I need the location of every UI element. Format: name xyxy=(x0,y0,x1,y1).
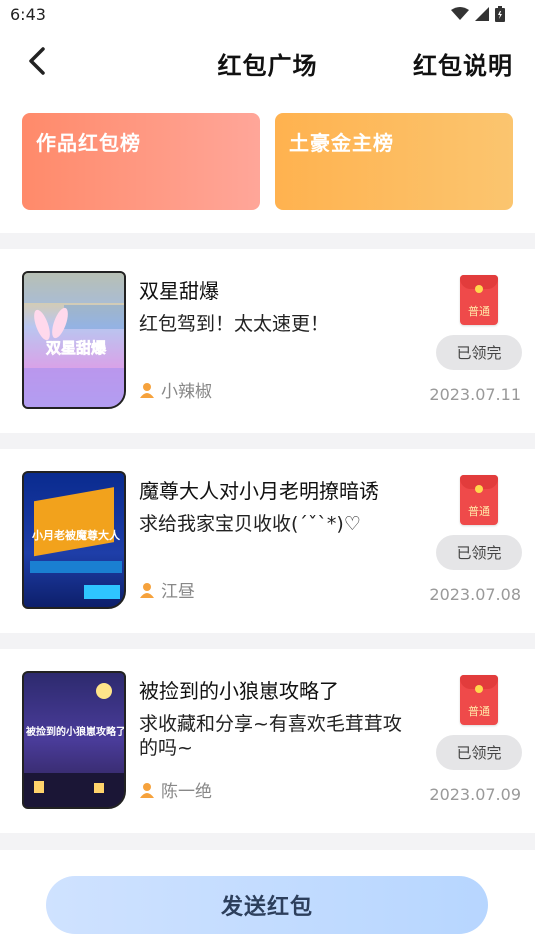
claimed-button[interactable]: 已领完 xyxy=(436,535,522,570)
red-envelope-icon: 普通 xyxy=(460,275,498,325)
envelope-type-label: 普通 xyxy=(468,305,490,318)
book-cover[interactable]: 双星甜爆 xyxy=(22,271,126,409)
divider xyxy=(0,433,535,449)
status-time: 6:43 xyxy=(10,5,46,24)
instructions-link[interactable]: 红包说明 xyxy=(413,46,513,81)
work-description: 求收藏和分享~有喜欢毛茸茸攻的吗~ xyxy=(139,713,402,759)
work-description: 红包驾到！太太速更！ xyxy=(139,313,330,335)
author-name: 小辣椒 xyxy=(161,382,212,402)
user-icon xyxy=(140,782,154,798)
work-title[interactable]: 双星甜爆 xyxy=(139,275,219,304)
author-name: 江昼 xyxy=(161,582,195,602)
cover-title: 双星甜爆 xyxy=(46,339,107,357)
rank-cards: 作品红包榜 土豪金主榜 xyxy=(0,113,535,210)
book-cover[interactable]: 被捡到的小狼崽攻略了 xyxy=(22,671,126,809)
book-cover[interactable]: 小月老被魔尊大人 xyxy=(22,471,126,609)
divider xyxy=(0,833,535,850)
work-date: 2023.07.08 xyxy=(429,585,521,604)
work-title[interactable]: 被捡到的小狼崽攻略了 xyxy=(139,675,339,704)
divider xyxy=(0,633,535,649)
work-date: 2023.07.09 xyxy=(429,785,521,804)
list-item[interactable]: 被捡到的小狼崽攻略了 被捡到的小狼崽攻略了 求收藏和分享~有喜欢毛茸茸攻的吗~ … xyxy=(0,649,535,833)
author[interactable]: 小辣椒 xyxy=(139,377,212,402)
list-item[interactable]: 小月老被魔尊大人 魔尊大人对小月老明撩暗诱 求给我家宝贝收收(ˊˇˋ*)♡ 江昼… xyxy=(0,449,535,633)
works-rank-card[interactable]: 作品红包榜 xyxy=(22,113,260,210)
signal-icon xyxy=(475,7,489,21)
divider xyxy=(0,233,535,249)
claimed-button[interactable]: 已领完 xyxy=(436,335,522,370)
red-envelope-icon: 普通 xyxy=(460,675,498,725)
envelope-type-label: 普通 xyxy=(468,705,490,718)
cover-title: 被捡到的小狼崽攻略了 xyxy=(26,725,126,738)
tycoon-rank-card[interactable]: 土豪金主榜 xyxy=(275,113,513,210)
send-red-envelope-button[interactable]: 发送红包 xyxy=(46,876,488,934)
bottom-bar: 发送红包 xyxy=(0,850,535,951)
work-date: 2023.07.11 xyxy=(429,385,521,404)
author-name: 陈一绝 xyxy=(161,782,212,802)
work-title[interactable]: 魔尊大人对小月老明撩暗诱 xyxy=(139,475,379,504)
envelope-type-label: 普通 xyxy=(468,505,490,518)
author[interactable]: 江昼 xyxy=(139,577,195,602)
author[interactable]: 陈一绝 xyxy=(139,777,212,802)
wifi-icon xyxy=(451,7,469,20)
status-icons xyxy=(451,6,505,22)
status-bar: 6:43 xyxy=(0,0,535,30)
work-description: 求给我家宝贝收收(ˊˇˋ*)♡ xyxy=(139,513,361,535)
cover-title: 小月老被魔尊大人 xyxy=(31,528,121,542)
battery-icon xyxy=(495,6,505,22)
list-item[interactable]: 双星甜爆 双星甜爆 红包驾到！太太速更！ 小辣椒 普通 已领完 2023.07.… xyxy=(0,249,535,433)
user-icon xyxy=(140,582,154,598)
claimed-button[interactable]: 已领完 xyxy=(436,735,522,770)
red-envelope-icon: 普通 xyxy=(460,475,498,525)
header: 红包广场 红包说明 xyxy=(0,36,535,86)
user-icon xyxy=(140,382,154,398)
